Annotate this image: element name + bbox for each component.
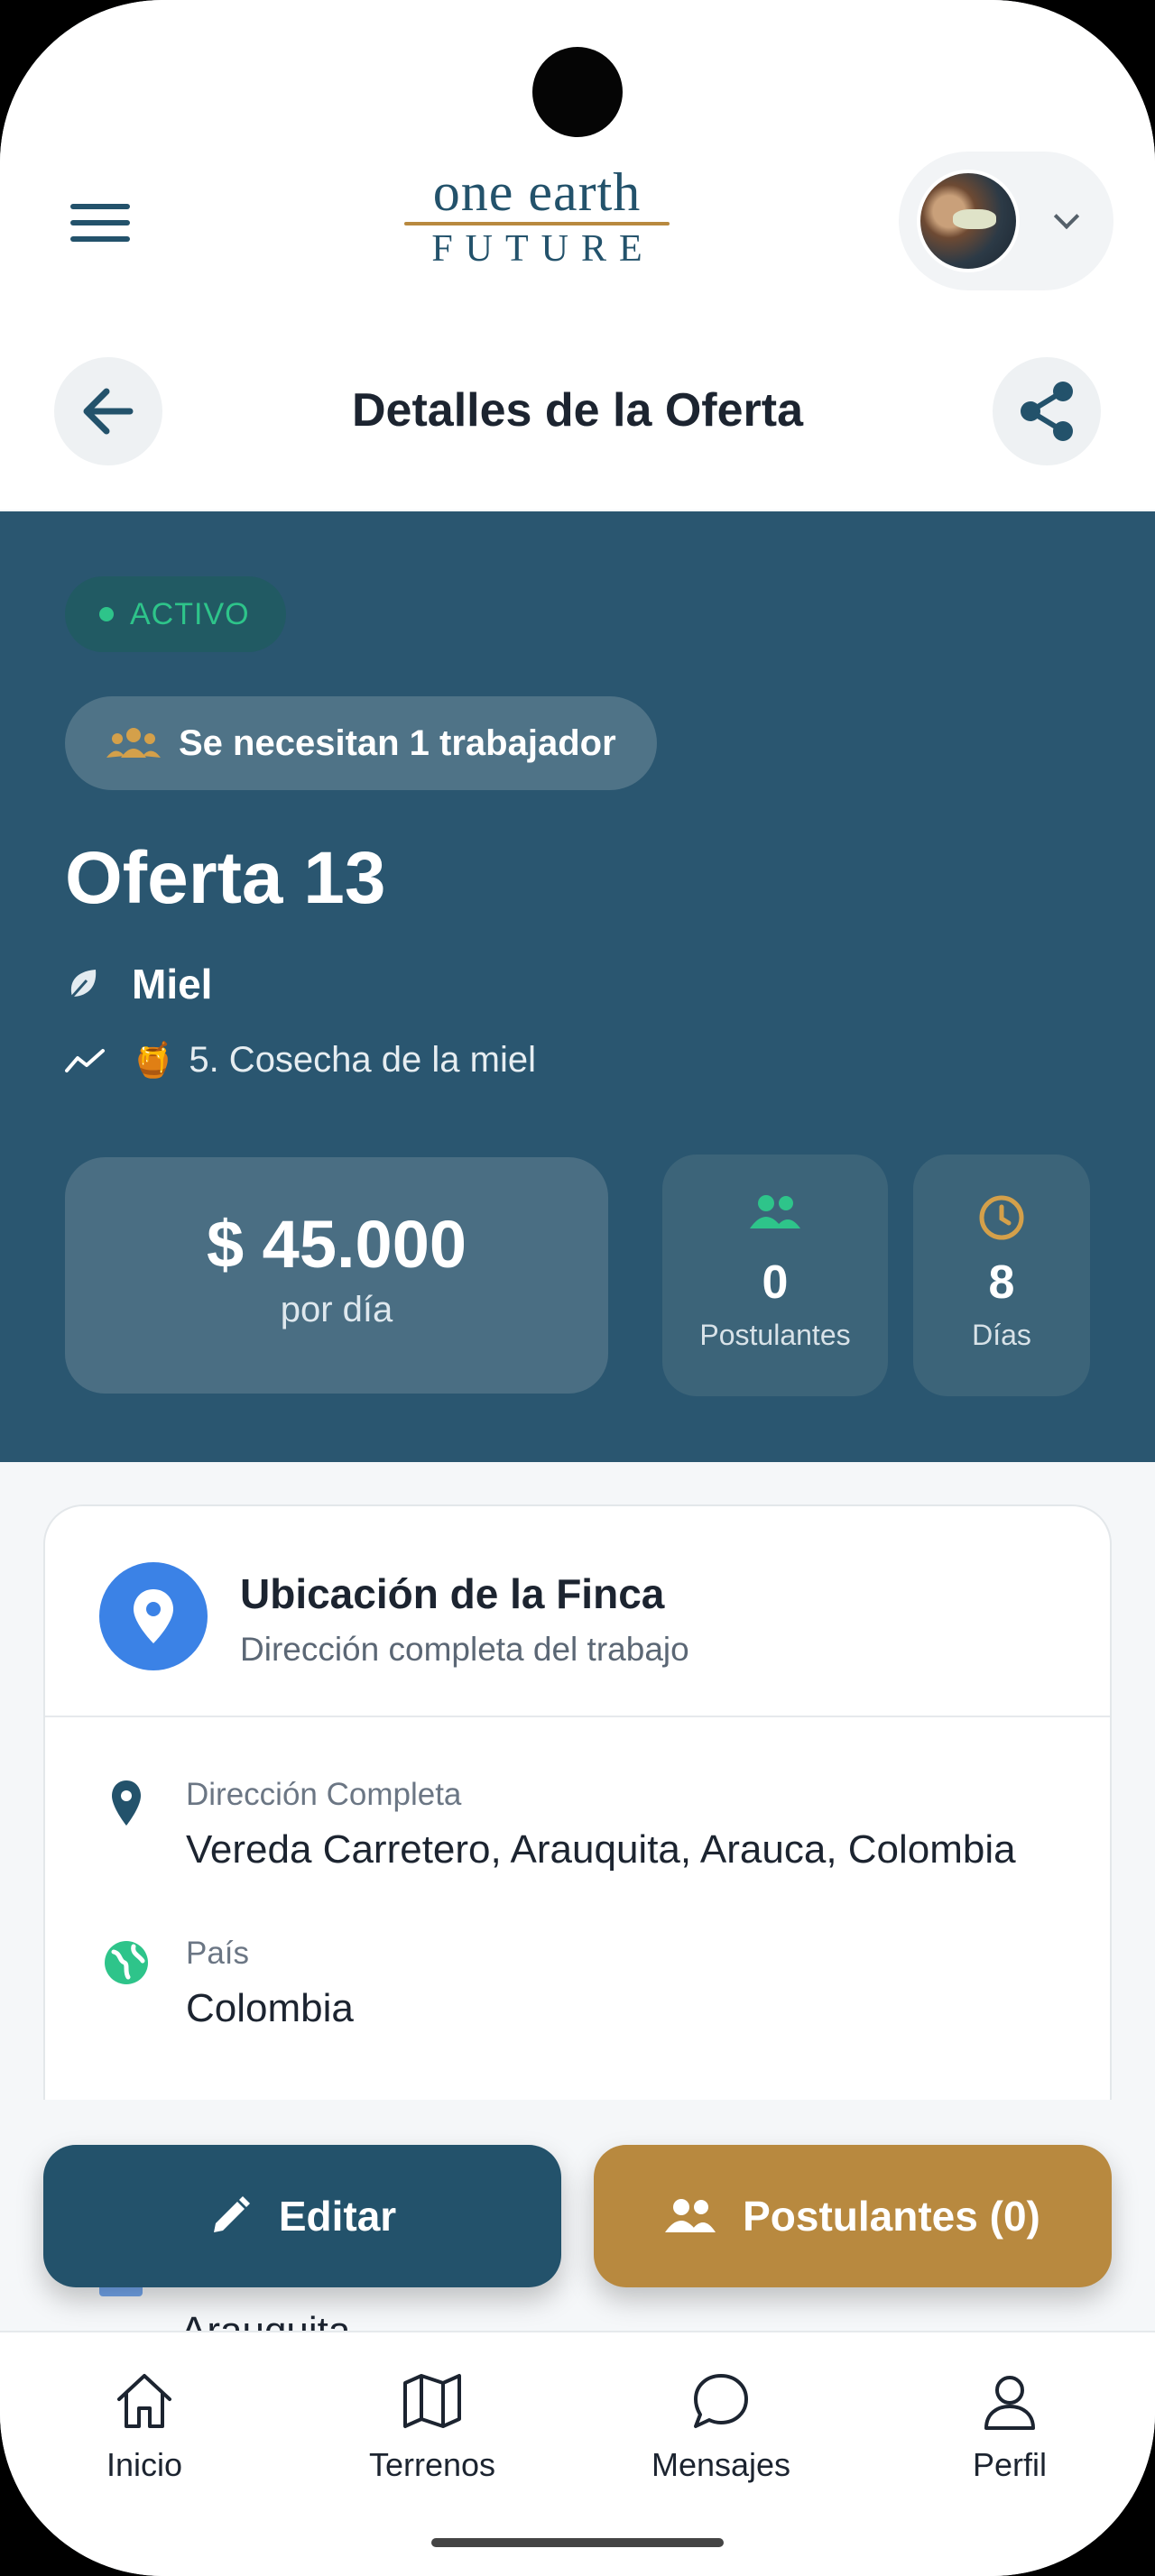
country-value: Colombia xyxy=(186,1986,354,2030)
stage-name: 5. Cosecha de la miel xyxy=(189,1040,536,1080)
nav-label-lands: Terrenos xyxy=(368,2446,496,2483)
edit-button[interactable]: Editar xyxy=(43,2145,561,2287)
offer-hero: ACTIVO Se necesitan 1 trabajador Oferta … xyxy=(0,511,1155,1462)
globe-icon xyxy=(105,1941,148,1984)
status-text: ACTIVO xyxy=(130,596,250,631)
nav-item-profile[interactable]: Perfil xyxy=(910,2369,1109,2484)
logo-bottom-text: FUTURE xyxy=(431,228,655,270)
status-badge: ACTIVO xyxy=(65,576,286,652)
share-icon xyxy=(1021,382,1073,441)
applicants-button[interactable]: Postulantes (0) xyxy=(594,2145,1112,2287)
location-subtitle: Dirección completa del trabajo xyxy=(240,1631,689,1668)
users-icon xyxy=(665,2199,716,2232)
edit-button-label: Editar xyxy=(278,2193,397,2240)
nav-label-profile: Perfil xyxy=(972,2446,1048,2483)
nav-item-messages[interactable]: Mensajes xyxy=(622,2369,820,2484)
page-title: Detalles de la Oferta xyxy=(352,384,803,437)
front-camera xyxy=(532,47,623,137)
phone-screen: one earth FUTURE Detalles de la Oferta A… xyxy=(0,0,1155,2576)
logo-underline xyxy=(404,222,670,225)
applicants-label: Postulantes xyxy=(699,1319,851,1351)
applicants-count: 0 xyxy=(762,1256,789,1309)
logo-top-text: one earth xyxy=(432,162,642,222)
offer-title: Oferta 13 xyxy=(65,837,386,919)
clock-icon xyxy=(979,1195,1024,1240)
home-icon xyxy=(117,2374,171,2428)
applicants-button-label: Postulantes (0) xyxy=(743,2193,1040,2240)
nav-label-messages: Mensajes xyxy=(651,2446,791,2483)
days-label: Días xyxy=(972,1319,1031,1351)
users-icon xyxy=(750,1195,800,1228)
price-card: $ 45.000 por día xyxy=(65,1157,608,1394)
avatar xyxy=(917,170,1020,272)
map-icon xyxy=(403,2374,461,2428)
workers-needed-text: Se necesitan 1 trabajador xyxy=(179,722,616,763)
location-pin-badge xyxy=(99,1562,208,1670)
share-button[interactable] xyxy=(993,357,1101,465)
days-count: 8 xyxy=(988,1256,1015,1309)
pencil-icon xyxy=(213,2196,250,2232)
map-pin-icon xyxy=(112,1780,141,1826)
crop-row: Miel xyxy=(65,960,212,1008)
chevron-down-icon xyxy=(1053,203,1080,230)
trend-icon xyxy=(65,1048,105,1072)
menu-icon[interactable] xyxy=(70,204,130,242)
applicants-stat[interactable]: 0 Postulantes xyxy=(662,1155,888,1396)
price-value: $ 45.000 xyxy=(206,1207,467,1282)
leaf-icon xyxy=(70,970,97,998)
honey-pot-icon: 🍯 xyxy=(132,1041,175,1080)
days-stat: 8 Días xyxy=(913,1155,1090,1396)
full-address-value: Vereda Carretero, Arauquita, Arauca, Col… xyxy=(186,1827,1016,1872)
price-unit: por día xyxy=(280,1290,393,1329)
user-menu-button[interactable] xyxy=(899,152,1113,290)
user-icon xyxy=(984,2376,1035,2430)
workers-needed-badge: Se necesitan 1 trabajador xyxy=(65,696,657,790)
chat-icon xyxy=(694,2374,748,2428)
location-title: Ubicación de la Finca xyxy=(240,1570,665,1617)
crop-name: Miel xyxy=(132,961,213,1007)
users-icon xyxy=(106,728,161,758)
map-pin-icon xyxy=(134,1589,173,1643)
full-address-label: Dirección Completa xyxy=(186,1777,462,1812)
country-label: País xyxy=(186,1936,250,1971)
status-dot xyxy=(99,607,114,621)
location-card-header: Ubicación de la Finca Dirección completa… xyxy=(45,1506,1110,1717)
nav-item-lands[interactable]: Terrenos xyxy=(333,2369,531,2484)
nav-label-home: Inicio xyxy=(106,2446,183,2483)
app-logo[interactable]: one earth FUTURE xyxy=(397,164,677,269)
nav-item-home[interactable]: Inicio xyxy=(45,2369,244,2484)
home-indicator[interactable] xyxy=(431,2538,724,2547)
stage-row: 🍯 5. Cosecha de la miel xyxy=(65,1040,536,1081)
